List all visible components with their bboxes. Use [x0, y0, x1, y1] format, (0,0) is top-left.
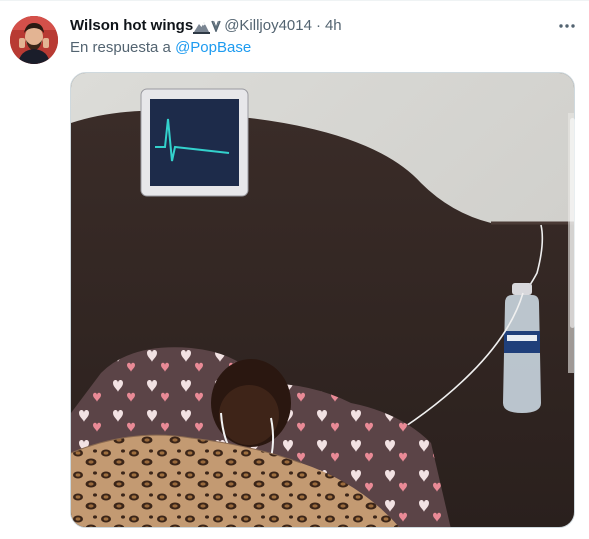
tweet-header: Wilson hot wings @Killjoy4014 · 4h — [70, 15, 342, 37]
timestamp[interactable]: 4h — [325, 16, 342, 36]
photo-icon — [71, 73, 574, 527]
tweet-media-photo[interactable] — [70, 72, 575, 528]
reply-prefix: En respuesta a — [70, 39, 171, 56]
more-horizontal-icon[interactable] — [554, 15, 580, 37]
divider — [0, 0, 589, 1]
media-scrollbar — [570, 118, 575, 328]
separator-dot: · — [315, 17, 321, 34]
tweet[interactable]: Wilson hot wings @Killjoy4014 · 4h En re… — [0, 0, 589, 539]
mountain-icon — [193, 18, 211, 34]
reply-context: En respuesta a @PopBase — [70, 38, 251, 58]
avatar[interactable] — [10, 16, 58, 64]
v-badge-icon — [211, 20, 221, 32]
handle[interactable]: @Killjoy4014 — [224, 16, 312, 36]
avatar-image — [10, 16, 58, 64]
reply-mention-link[interactable]: @PopBase — [175, 39, 251, 56]
display-name[interactable]: Wilson hot wings — [70, 16, 193, 36]
